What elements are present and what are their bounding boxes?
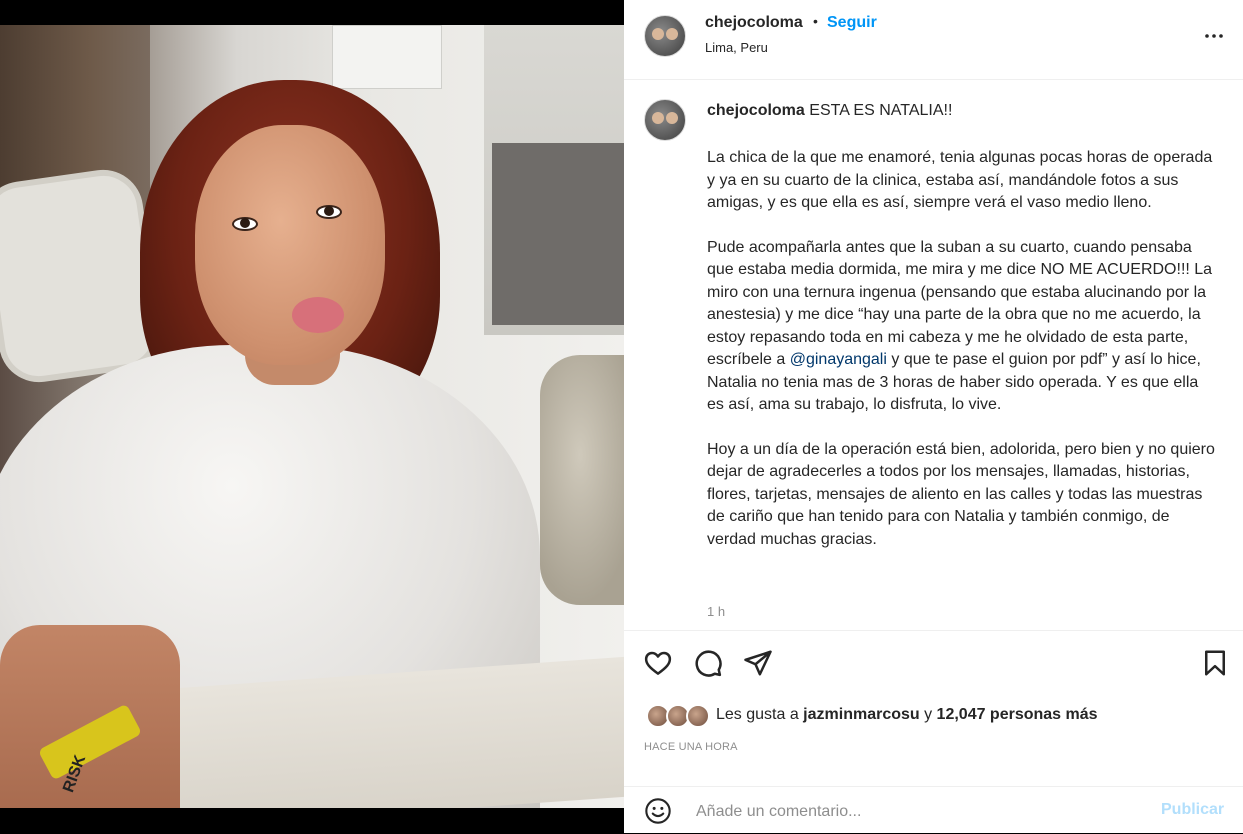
right-eye: [316, 205, 342, 219]
caption-paragraph-2: Pude acompañarla antes que la suban a su…: [707, 237, 1217, 417]
caption-avatar[interactable]: [644, 99, 686, 141]
caption-timestamp[interactable]: 1 h: [707, 604, 725, 619]
comment-bubble-icon[interactable]: [693, 648, 723, 678]
post-media: RISK: [0, 0, 624, 833]
post-location[interactable]: Lima, Peru: [705, 40, 768, 55]
comment-input[interactable]: [694, 797, 1148, 827]
caption-headline: ESTA ES NATALIA!!: [809, 102, 953, 119]
likes-count[interactable]: 12,047 personas más: [937, 706, 1098, 723]
caption-body: La chica de la que me enamoré, tenia alg…: [707, 147, 1217, 573]
author-avatar[interactable]: [644, 15, 686, 57]
header-separator: •: [813, 13, 818, 29]
likes-prefix: Les gusta a: [716, 706, 804, 723]
door-panel: [492, 143, 624, 325]
caption-username[interactable]: chejocoloma: [707, 102, 805, 119]
caption-headline-row: chejocoloma ESTA ES NATALIA!!: [707, 102, 952, 120]
follow-button[interactable]: Seguir: [827, 14, 877, 32]
comment-bar: Publicar: [624, 786, 1243, 834]
emoji-smile-icon[interactable]: [644, 797, 672, 825]
posted-time[interactable]: HACE UNA HORA: [644, 741, 738, 753]
author-username[interactable]: chejocoloma: [705, 14, 803, 32]
post-modal: RISK chejocoloma • Seguir Lima, Peru che…: [0, 0, 1243, 833]
caption-paragraph-3: Hoy a un día de la operación está bien, …: [707, 440, 1215, 548]
arm: [0, 625, 180, 808]
wall-whiteboard: [332, 25, 442, 89]
mention-link[interactable]: @ginayangali: [790, 351, 887, 368]
publish-button[interactable]: Publicar: [1161, 801, 1224, 819]
left-eye: [232, 217, 258, 231]
caption-paragraph-1: La chica de la que me enamoré, tenia alg…: [707, 149, 1213, 211]
post-sidebar: chejocoloma • Seguir Lima, Peru chejocol…: [624, 0, 1243, 833]
caption-area: chejocoloma ESTA ES NATALIA!! La chica d…: [624, 80, 1243, 631]
heart-icon[interactable]: [643, 648, 673, 678]
likes-text: Les gusta a jazminmarcosu y 12,047 perso…: [716, 706, 1098, 724]
caption-paragraph-2-text: Pude acompañarla antes que la suban a su…: [707, 238, 1213, 369]
face: [195, 125, 385, 365]
post-photo[interactable]: RISK: [0, 25, 624, 808]
likes-row: Les gusta a jazminmarcosu y 12,047 perso…: [624, 698, 1243, 734]
more-horizontal-icon[interactable]: [1202, 24, 1226, 48]
paper-plane-icon[interactable]: [743, 648, 773, 678]
blanket: [540, 355, 624, 605]
bookmark-icon[interactable]: [1200, 648, 1230, 678]
post-header: chejocoloma • Seguir Lima, Peru: [624, 0, 1243, 80]
liker-avatar[interactable]: [686, 704, 710, 728]
tongue: [292, 297, 344, 333]
liker-username[interactable]: jazminmarcosu: [803, 706, 919, 723]
action-bar: [624, 632, 1243, 692]
likes-connector: y: [919, 706, 937, 723]
